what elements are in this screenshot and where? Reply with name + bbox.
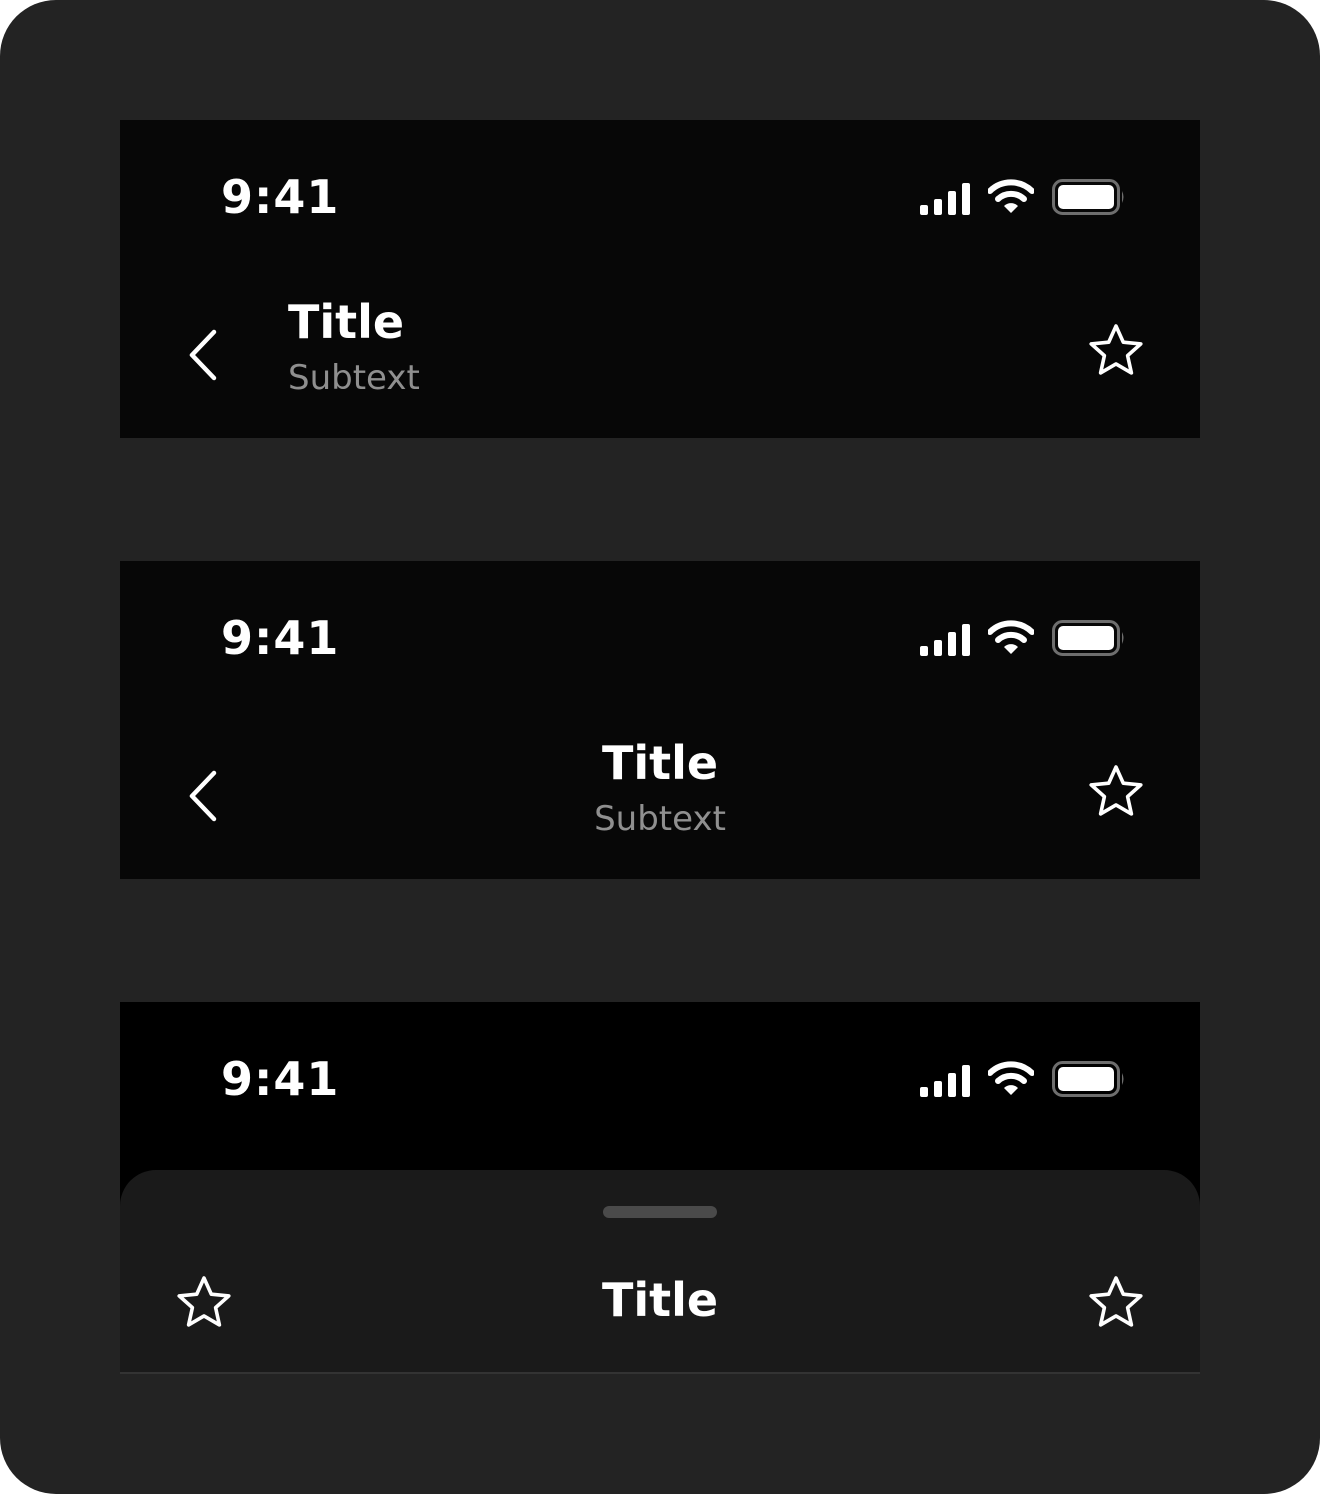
cellular-signal-icon (920, 1065, 970, 1097)
battery-icon (1052, 620, 1124, 656)
title-block: Title Subtext (288, 294, 420, 400)
sheet-grabber[interactable] (603, 1206, 717, 1218)
bottom-sheet-header: Title (120, 1170, 1200, 1374)
battery-icon (1052, 179, 1124, 215)
status-bar: 9:41 (120, 561, 1200, 721)
status-bar: 9:41 (120, 120, 1200, 280)
cellular-signal-icon (920, 183, 970, 215)
nav-bar-sheet: 9:41 Title (120, 1002, 1200, 1374)
status-time: 9:41 (221, 611, 340, 665)
chevron-left-icon[interactable] (182, 765, 226, 827)
nav-subtext: Subtext (594, 799, 726, 839)
cellular-signal-icon (920, 624, 970, 656)
divider (120, 1372, 1200, 1374)
title-block: Title Subtext (120, 735, 1200, 841)
nav-title: Title (288, 295, 405, 349)
star-icon[interactable] (1087, 763, 1145, 821)
chevron-left-icon[interactable] (182, 324, 226, 386)
preview-frame: 9:41 Title Subtext 9:41 Title Subtext 9:… (0, 0, 1320, 1494)
status-time: 9:41 (221, 1052, 340, 1106)
navigation-bar: Title Subtext (120, 280, 1200, 438)
nav-title: Title (601, 736, 719, 790)
wifi-icon (988, 1061, 1034, 1095)
sheet-title: Title (601, 1273, 719, 1327)
wifi-icon (988, 179, 1034, 213)
status-time: 9:41 (221, 170, 340, 224)
battery-icon (1052, 1061, 1124, 1097)
nav-subtext: Subtext (288, 358, 420, 398)
star-icon[interactable] (1087, 322, 1145, 380)
wifi-icon (988, 620, 1034, 654)
navigation-bar: Title Subtext (120, 721, 1200, 879)
star-icon[interactable] (1087, 1274, 1145, 1332)
status-bar: 9:41 (120, 1002, 1200, 1162)
nav-bar-left-aligned: 9:41 Title Subtext (120, 120, 1200, 438)
nav-bar-centered: 9:41 Title Subtext (120, 561, 1200, 879)
star-icon[interactable] (175, 1274, 233, 1332)
